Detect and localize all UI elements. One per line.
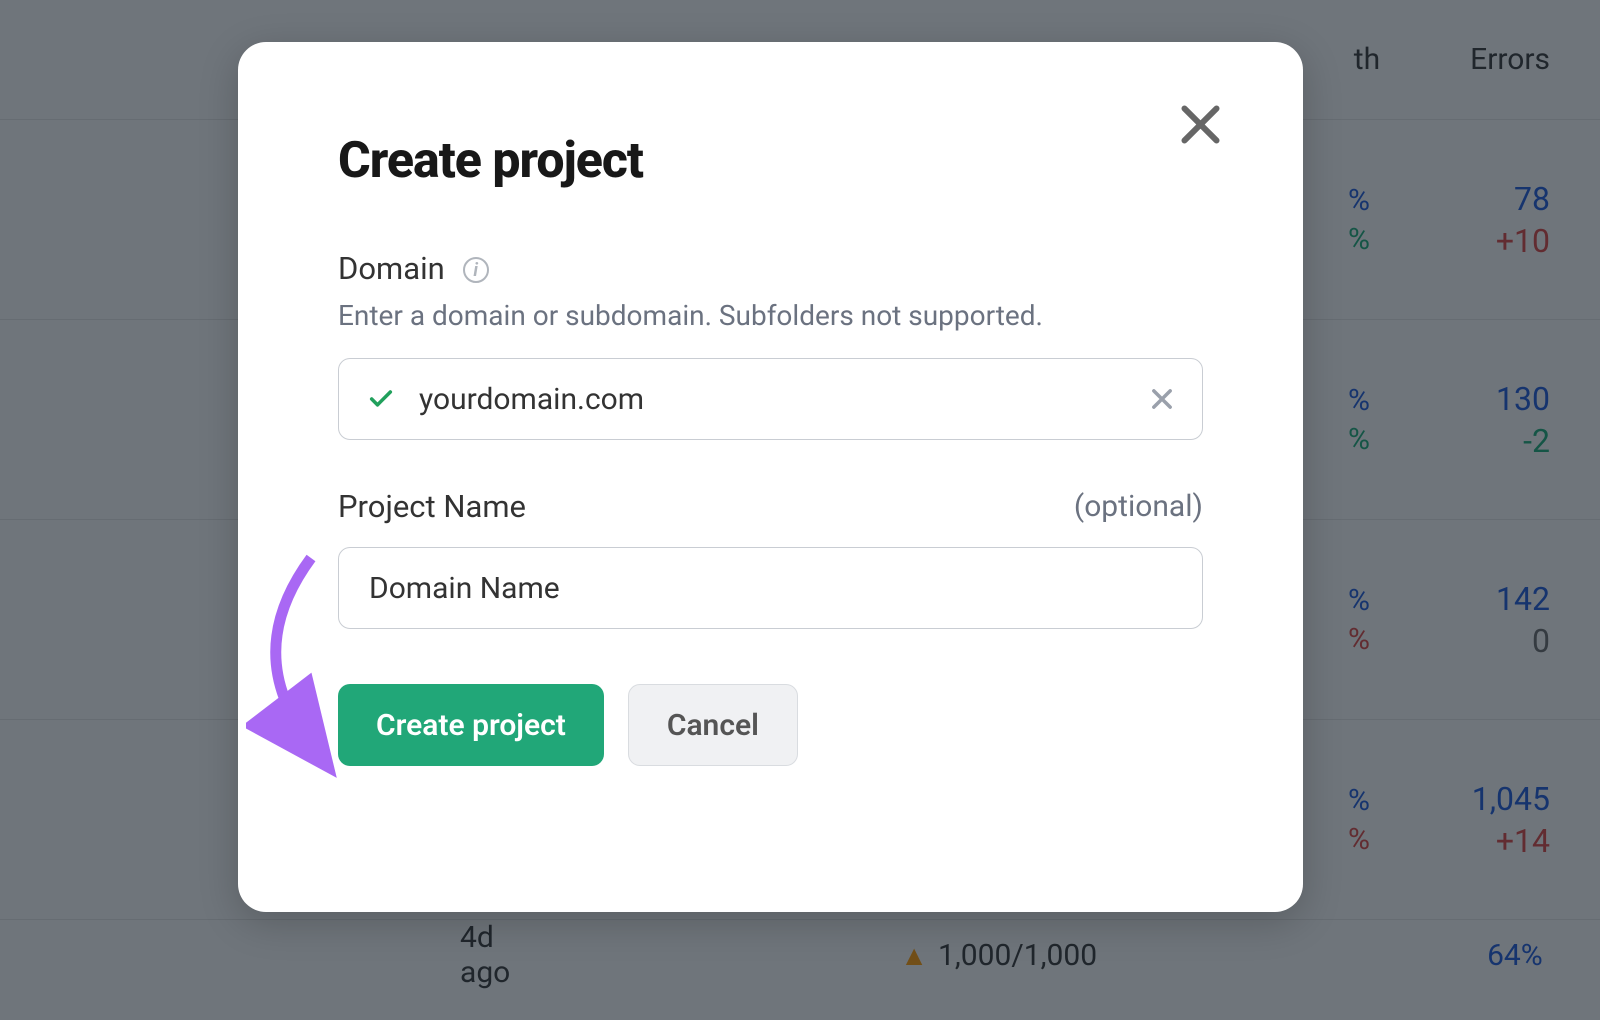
domain-input-wrap[interactable] — [338, 358, 1203, 440]
check-icon — [367, 385, 395, 413]
modal-title: Create project — [338, 132, 1203, 190]
domain-hint: Enter a domain or subdomain. Subfolders … — [338, 299, 1203, 332]
domain-label: Domain — [338, 250, 445, 287]
create-project-button[interactable]: Create project — [338, 684, 604, 766]
project-name-label: Project Name — [338, 488, 526, 525]
project-name-input[interactable] — [369, 571, 1142, 606]
close-icon[interactable] — [1173, 97, 1228, 152]
optional-label: (optional) — [1074, 489, 1203, 524]
project-name-field: Project Name (optional) — [338, 488, 1203, 629]
project-name-input-wrap[interactable] — [338, 547, 1203, 629]
domain-field: Domain i Enter a domain or subdomain. Su… — [338, 250, 1203, 440]
create-project-modal: Create project Domain i Enter a domain o… — [238, 42, 1303, 912]
domain-input[interactable] — [419, 382, 1142, 417]
info-icon[interactable]: i — [463, 257, 489, 283]
cancel-button[interactable]: Cancel — [628, 684, 798, 766]
clear-icon[interactable] — [1148, 385, 1176, 413]
modal-actions: Create project Cancel — [338, 684, 1203, 766]
